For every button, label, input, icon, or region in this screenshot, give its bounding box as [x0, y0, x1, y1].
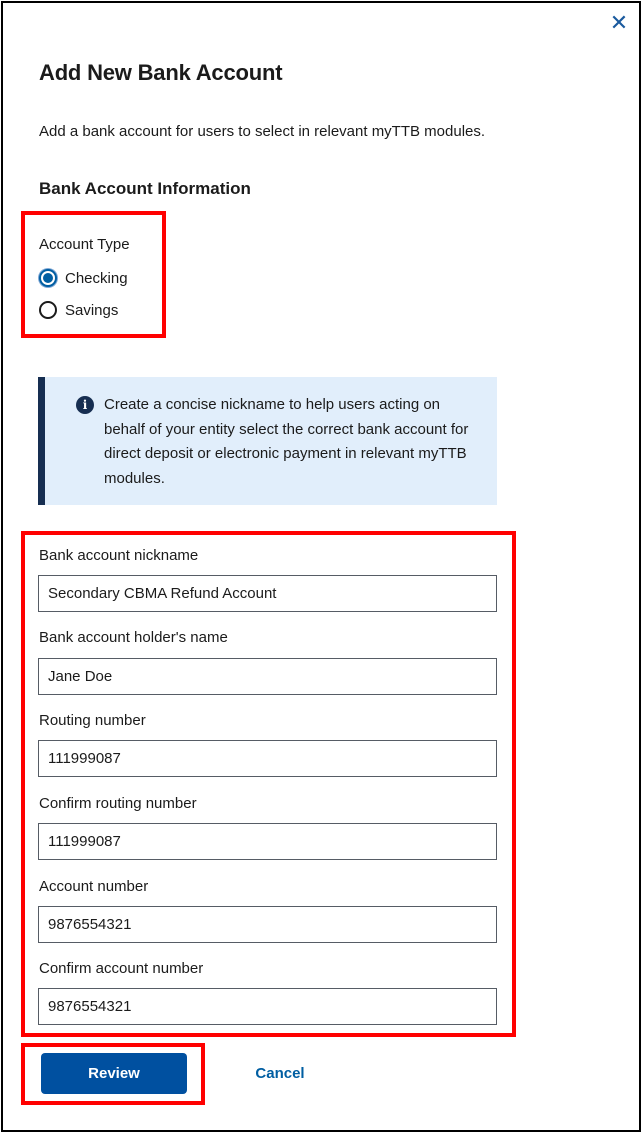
confirm-account-number-input[interactable] — [38, 988, 497, 1025]
close-icon[interactable]: ✕ — [608, 12, 630, 34]
confirm-routing-number-label: Confirm routing number — [39, 795, 197, 812]
routing-number-input[interactable] — [38, 740, 497, 777]
dialog-title: Add New Bank Account — [39, 60, 283, 85]
account-number-input[interactable] — [38, 906, 497, 943]
holder-name-input[interactable] — [38, 658, 497, 695]
dialog-intro: Add a bank account for users to select i… — [39, 123, 486, 140]
section-heading: Bank Account Information — [39, 179, 251, 198]
account-number-label: Account number — [39, 878, 149, 895]
radio-savings-control[interactable] — [39, 301, 57, 319]
info-alert-text: Create a concise nickname to help users … — [104, 396, 469, 487]
confirm-routing-number-input[interactable] — [38, 823, 497, 860]
routing-number-label: Routing number — [39, 712, 146, 729]
review-button[interactable]: Review — [41, 1053, 187, 1094]
radio-checking[interactable]: Checking — [39, 269, 128, 287]
nickname-input[interactable] — [38, 575, 497, 612]
radio-savings-label: Savings — [65, 301, 119, 319]
radio-savings[interactable]: Savings — [39, 301, 118, 319]
confirm-account-number-label: Confirm account number — [39, 960, 204, 977]
holder-name-label: Bank account holder's name — [39, 629, 228, 646]
account-type-legend: Account Type — [39, 236, 130, 253]
cancel-button[interactable]: Cancel — [245, 1053, 315, 1094]
info-alert: i Create a concise nickname to help user… — [38, 377, 497, 505]
radio-checking-label: Checking — [65, 269, 128, 287]
info-icon: i — [76, 396, 94, 414]
nickname-label: Bank account nickname — [39, 547, 199, 564]
radio-checking-control[interactable] — [39, 269, 57, 287]
